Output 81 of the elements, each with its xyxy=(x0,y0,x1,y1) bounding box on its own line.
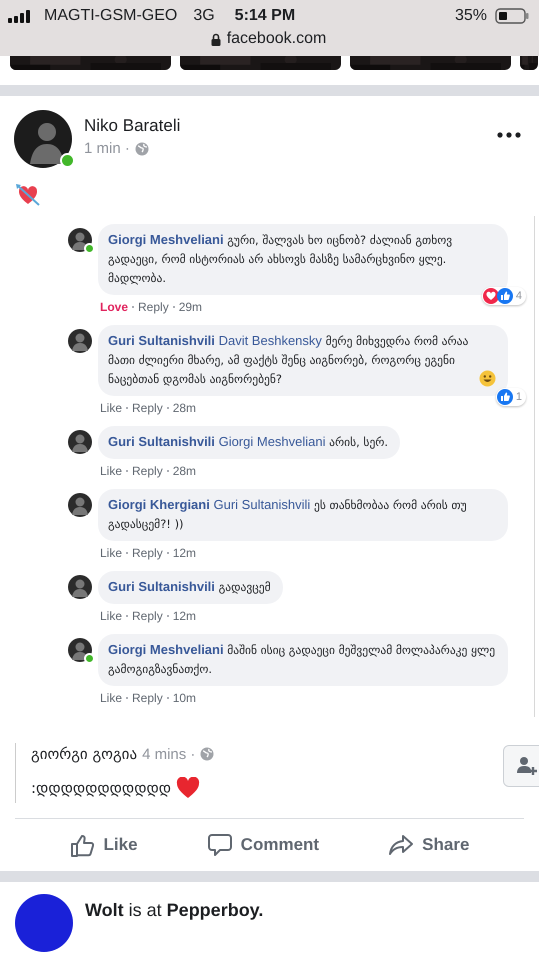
comment-text: Giorgi Meshveliani გური, შალვას ხო იცნობ? ძალიან გთხოვ გადაეცი, რომ ისტორიას არ ახსოვს მასზე სამარცხვინო ყლე. მადლობა. xyxy=(108,231,454,287)
separator-dot xyxy=(172,306,175,308)
battery-percent: 35% xyxy=(454,7,487,25)
separator-dot xyxy=(166,407,169,409)
add-friend-button[interactable] xyxy=(503,745,539,787)
thumbs-up-icon xyxy=(70,832,96,858)
heart-arrow-icon xyxy=(16,184,40,206)
reply-link[interactable]: Reply xyxy=(132,464,163,478)
separator-dot xyxy=(126,407,128,409)
add-friend-icon xyxy=(516,755,538,777)
url-text[interactable]: facebook.com xyxy=(226,30,326,48)
separator-dot xyxy=(126,615,128,617)
avatar[interactable] xyxy=(68,329,92,353)
author-name[interactable]: Niko Barateli xyxy=(84,116,180,136)
lock-icon xyxy=(210,32,221,46)
mention-link[interactable]: Davit Beshkensky xyxy=(218,333,322,348)
separator-dot xyxy=(126,697,128,699)
reply-link[interactable]: Reply xyxy=(132,609,163,623)
author-link[interactable]: Giorgi Meshveliani xyxy=(108,232,224,247)
thumbs-up-icon xyxy=(496,389,513,405)
comment-text: Guri Sultanishvili გადავცემ xyxy=(108,578,271,596)
author-link[interactable]: Giorgi Khergiani xyxy=(108,497,210,512)
share-button[interactable]: Share xyxy=(388,832,470,858)
post-time: 4 mins · xyxy=(142,746,196,762)
avatar[interactable] xyxy=(68,575,92,599)
author-link[interactable]: Guri Sultanishvili xyxy=(108,333,215,348)
avatar[interactable] xyxy=(14,110,72,168)
post-title: Wolt is at Pepperboy. xyxy=(85,899,264,921)
mention-link[interactable]: Guri Sultanishvili xyxy=(214,497,310,512)
avatar[interactable] xyxy=(68,430,92,454)
reaction-link[interactable]: Like xyxy=(100,546,122,560)
separator-dot xyxy=(132,306,134,308)
post-text: :დდდდდდდდდდდ xyxy=(31,779,172,797)
comment-text: Guri Sultanishvili Giorgi Meshveliani არის, სერ. xyxy=(108,433,388,451)
like-button[interactable]: Like xyxy=(70,832,138,858)
separator-dot xyxy=(166,615,169,617)
reaction-link[interactable]: Like xyxy=(100,401,122,415)
carrier-name: MAGTI-GSM-GEO xyxy=(44,7,178,25)
reply-link[interactable]: Reply xyxy=(138,300,169,314)
comment-age: 10m xyxy=(172,691,196,705)
separator-dot xyxy=(166,552,169,554)
comment-text: Guri Sultanishvili Davit Beshkensky მერე მიხვედრა რომ არაა მათი ძლიერი მხარე, ამ ფაქტს შენც აიგნორებ, როგორც ეგენი ნაცებთან დგომას აიგნორებენ? xyxy=(108,332,470,388)
reaction-link[interactable]: Love xyxy=(100,300,128,314)
reaction-link[interactable]: Like xyxy=(100,609,122,623)
avatar[interactable] xyxy=(68,493,92,517)
mention-link[interactable]: Giorgi Meshveliani xyxy=(218,434,326,449)
reaction-link[interactable]: Like xyxy=(100,691,122,705)
comment-age: 12m xyxy=(172,609,196,623)
post-time: 1 min · xyxy=(84,140,130,157)
comment-age: 29m xyxy=(178,300,202,314)
comment-text: Giorgi Khergiani Guri Sultanishvili ეს თანხმობაა რომ არის თუ გადასცემ?! )) xyxy=(108,496,468,533)
reaction-badge[interactable]: 1 xyxy=(496,388,526,406)
clock-time: 5:14 PM xyxy=(234,7,296,25)
author-link[interactable]: Guri Sultanishvili xyxy=(108,434,215,449)
reply-link[interactable]: Reply xyxy=(132,401,163,415)
comment-age: 28m xyxy=(172,464,196,478)
reply-link[interactable]: Reply xyxy=(132,691,163,705)
reply-link[interactable]: Reply xyxy=(132,546,163,560)
author-name[interactable]: გიორგი გოგია xyxy=(31,745,138,763)
comment-text: Giorgi Meshveliani მაშინ ისიც გადაეცი მეშველამ მოლაპარაკე ყლე გამოგიგზავნათქო. xyxy=(108,641,496,678)
author-link[interactable]: Giorgi Meshveliani xyxy=(108,642,224,657)
globe-icon xyxy=(134,142,149,156)
more-icon[interactable] xyxy=(497,132,521,138)
separator-dot xyxy=(126,470,128,472)
avatar[interactable] xyxy=(15,894,73,952)
reaction-link[interactable]: Like xyxy=(100,464,122,478)
reaction-badge[interactable]: 4 xyxy=(482,287,526,305)
thumbs-up-icon xyxy=(496,288,513,304)
separator-dot xyxy=(166,697,169,699)
share-arrow-icon xyxy=(388,832,414,858)
separator-dot xyxy=(166,470,169,472)
comment-age: 28m xyxy=(172,401,196,415)
separator-dot xyxy=(126,552,128,554)
comment-age: 12m xyxy=(172,546,196,560)
author-link[interactable]: Guri Sultanishvili xyxy=(108,579,215,594)
comment-button[interactable]: Comment xyxy=(206,832,320,858)
globe-icon xyxy=(200,747,214,761)
heart-icon xyxy=(176,777,200,799)
network-type: 3G xyxy=(193,7,215,25)
battery-icon xyxy=(495,8,529,24)
speech-bubble-icon xyxy=(206,832,233,858)
